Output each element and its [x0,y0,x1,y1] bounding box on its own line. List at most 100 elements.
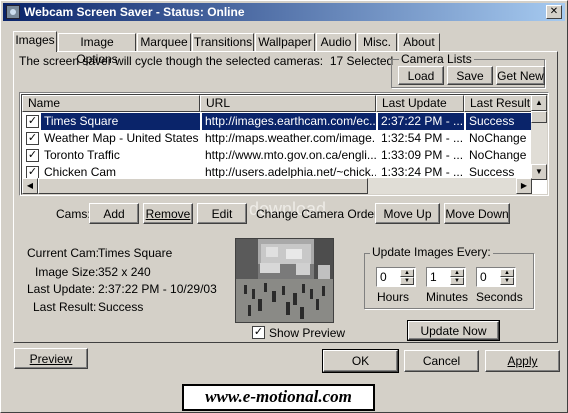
selected-count: 17 Selected [329,54,394,68]
column-header-name[interactable]: Name [22,95,200,112]
title-bar[interactable]: Webcam Screen Saver - Status: Online ✕ [3,3,565,21]
spin-down-icon[interactable]: ▼ [400,277,414,285]
table-row[interactable]: ✓ Toronto Traffic http://www.mto.gov.on.… [22,147,532,164]
edit-camera-button[interactable]: Edit [197,203,247,224]
cancel-button[interactable]: Cancel [404,350,479,372]
camera-lists-title: Camera Lists [399,52,474,66]
current-cam-label: Current Cam: [27,246,100,260]
last-update-value: 2:37:22 PM - 10/29/03 [98,282,217,296]
last-result-value: Success [98,300,144,314]
hours-value: 0 [380,270,387,284]
main-window: Webcam Screen Saver - Status: Online ✕ I… [0,0,568,413]
scroll-left-icon[interactable]: ◀ [22,178,38,194]
hours-label: Hours [377,290,410,304]
row-name: Toronto Traffic [44,148,120,162]
move-up-button[interactable]: Move Up [375,203,440,224]
table-row[interactable]: ✓ Times Square http://images.earthcam.co… [22,113,532,130]
vertical-scrollbar[interactable]: ▲ ▼ [531,95,547,180]
tab-image-options[interactable]: Image Options [58,33,136,66]
row-last-result: NoChange [469,148,527,162]
row-last-result: Success [466,113,532,130]
table-row[interactable]: ✓ Weather Map - United States http://map… [22,130,532,147]
tab-label: About [403,35,435,49]
tab-label: Misc. [363,35,391,49]
minutes-value: 1 [430,270,437,284]
window-title: Webcam Screen Saver - Status: Online [24,5,245,19]
scroll-thumb[interactable] [531,111,547,123]
webcam-preview-image [235,238,334,323]
minutes-spinner[interactable]: 1 ▲ ▼ [426,267,466,287]
cycle-description: The screen saver will cycle though the s… [19,54,393,68]
scroll-up-icon[interactable]: ▲ [531,95,547,111]
last-update-label: Last Update: [27,282,96,296]
tab-images[interactable]: Images [13,31,57,52]
current-cam-value: Times Square [98,246,173,260]
update-interval-title: Update Images Every: [370,245,493,259]
load-button[interactable]: Load [398,66,444,85]
scroll-down-icon[interactable]: ▼ [531,164,547,180]
row-checkbox[interactable]: ✓ [26,115,39,128]
row-last-update: 2:37:22 PM - ... [378,113,464,130]
cams-label: Cams: [56,207,91,221]
tab-transitions[interactable]: Transitions [192,33,254,51]
save-button[interactable]: Save [447,66,493,85]
change-order-label: Change Camera Order: [256,207,382,221]
row-name: Weather Map - United States [44,131,199,145]
row-checkbox[interactable]: ✓ [26,132,39,145]
row-checkbox[interactable]: ✓ [26,149,39,162]
column-header-last-update[interactable]: Last Update [376,95,464,112]
hours-spinner[interactable]: 0 ▲ ▼ [376,267,416,287]
image-size-label: Image Size: [35,265,99,279]
hscroll-thumb[interactable] [38,178,368,194]
preview-button[interactable]: Preview [14,348,88,369]
show-preview-label: Show Preview [269,326,346,340]
row-url: http://www.mto.gov.on.ca/engli... [205,148,376,162]
row-url: http://maps.weather.com/image... [205,131,376,145]
add-camera-button[interactable]: Add [89,203,139,224]
horizontal-scrollbar[interactable]: ◀ ▶ [22,178,532,194]
tab-label: Wallpaper [258,35,312,49]
tab-label: Marquee [140,35,188,49]
add-label: Add [103,206,125,221]
row-last-result: NoChange [469,131,527,145]
tab-about[interactable]: About [398,33,440,51]
spin-up-icon[interactable]: ▲ [500,269,514,277]
close-button[interactable]: ✕ [546,5,562,19]
webcam-app-icon [6,5,20,19]
tab-marquee[interactable]: Marquee [137,33,191,51]
seconds-value: 0 [480,270,487,284]
update-now-button[interactable]: Update Now [407,320,500,341]
row-last-update: 1:33:09 PM - ... [381,148,464,162]
row-name: Times Square [41,113,200,130]
spin-up-icon[interactable]: ▲ [400,269,414,277]
tab-misc[interactable]: Misc. [357,33,397,51]
minutes-label: Minutes [426,290,469,304]
website-banner: www.e-motional.com [182,384,375,411]
remove-camera-button[interactable]: Remove [143,203,193,224]
move-down-button[interactable]: Move Down [444,203,510,224]
tab-label: Images [15,33,55,47]
tab-audio[interactable]: Audio [316,33,356,51]
get-new-button[interactable]: Get New [496,66,545,85]
edit-label: Edit [211,206,233,221]
image-size-value: 352 x 240 [98,265,151,279]
row-last-update: 1:32:54 PM - ... [381,131,464,145]
camera-list[interactable]: Name URL Last Update Last Result ✓ Times… [19,92,549,196]
show-preview-checkbox[interactable]: ✓ [252,326,265,339]
scroll-right-icon[interactable]: ▶ [516,178,532,194]
seconds-spinner[interactable]: 0 ▲ ▼ [476,267,516,287]
apply-button[interactable]: Apply [485,350,560,372]
seconds-label: Seconds [476,290,523,304]
tab-label: Audio [320,35,352,49]
ok-button[interactable]: OK [322,349,399,373]
tab-label: Transitions [193,35,253,49]
column-header-last-result[interactable]: Last Result [464,95,532,112]
spin-up-icon[interactable]: ▲ [450,269,464,277]
spin-down-icon[interactable]: ▼ [500,277,514,285]
cycle-text: The screen saver will cycle though the s… [19,54,324,68]
last-result-label: Last Result: [33,300,97,314]
close-icon: ✕ [549,6,559,17]
column-header-url[interactable]: URL [200,95,376,112]
tab-wallpaper[interactable]: Wallpaper [255,33,315,51]
spin-down-icon[interactable]: ▼ [450,277,464,285]
